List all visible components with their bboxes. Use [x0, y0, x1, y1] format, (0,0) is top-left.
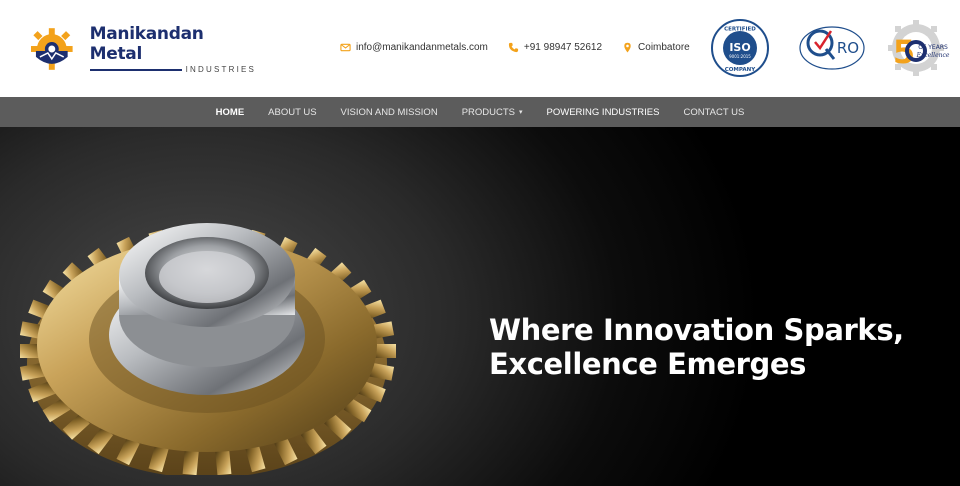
nav-item-powering-industries[interactable]: POWERING INDUSTRIES — [547, 107, 660, 118]
iso-certified-badge: CERTIFIED ISO 9001:2015 COMPANY — [711, 19, 769, 77]
envelope-icon — [340, 43, 351, 52]
brass-gear-image — [20, 223, 396, 475]
email-contact[interactable]: info@manikandanmetals.com — [340, 42, 488, 53]
brand-underline — [89, 68, 182, 71]
years-script: Excellence — [916, 52, 950, 59]
iso-code-text: 9001:2015 — [729, 54, 751, 59]
gear-logo-icon — [30, 28, 73, 70]
years-number: 5 — [893, 33, 915, 71]
contact-bar: info@manikandanmetals.com +91 98947 5261… — [340, 42, 710, 53]
chevron-down-icon: ▾ — [519, 109, 523, 116]
gear-tooth — [215, 449, 232, 475]
brand-subtitle: INDUSTRIES — [185, 65, 257, 74]
iso-bottom-text: COMPANY — [725, 67, 757, 73]
qro-text: RO — [837, 39, 859, 57]
hero-headline: Where Innovation Sparks, Excellence Emer… — [489, 313, 929, 381]
map-pin-icon — [624, 42, 631, 53]
nav-item-contact-us[interactable]: CONTACT US — [683, 107, 744, 118]
nav-item-home[interactable]: HOME — [216, 107, 245, 118]
years-label: OF YEARS — [918, 44, 948, 51]
iso-center-text: ISO — [729, 41, 750, 54]
site-header: Manikandan Metal INDUSTRIES info@manikan… — [0, 0, 960, 97]
email-text: info@manikandanmetals.com — [356, 42, 488, 53]
location-contact[interactable]: Coimbatore — [622, 42, 690, 53]
qro-badge: RO — [799, 26, 865, 70]
nav-item-about-us[interactable]: ABOUT US — [268, 107, 316, 118]
brand-name: Manikandan Metal — [89, 24, 204, 64]
phone-contact[interactable]: +91 98947 52612 — [508, 42, 602, 53]
fifty-years-badge: 5 OF YEARS Excellence — [888, 20, 950, 76]
phone-text: +91 98947 52612 — [523, 42, 603, 53]
gear-tooth — [182, 449, 199, 475]
hero-banner: Where Innovation Sparks, Excellence Emer… — [0, 127, 960, 486]
location-text: Coimbatore — [638, 42, 690, 53]
certification-badges: CERTIFIED ISO 9001:2015 COMPANY RO 5 OF … — [710, 17, 955, 79]
phone-icon — [508, 42, 518, 53]
nav-item-products[interactable]: PRODUCTS ▾ — [462, 107, 523, 118]
main-nav: HOME ABOUT US VISION AND MISSION PRODUCT… — [0, 97, 960, 127]
nav-item-vision-mission[interactable]: VISION AND MISSION — [341, 107, 438, 118]
nav-item-products-label: PRODUCTS — [461, 106, 515, 118]
iso-top-text: CERTIFIED — [724, 27, 756, 33]
brand-logo[interactable]: Manikandan Metal INDUSTRIES — [30, 24, 260, 74]
hero-headline-line2: Excellence Emerges — [489, 347, 807, 381]
hero-headline-line1: Where Innovation Sparks, — [489, 313, 904, 347]
